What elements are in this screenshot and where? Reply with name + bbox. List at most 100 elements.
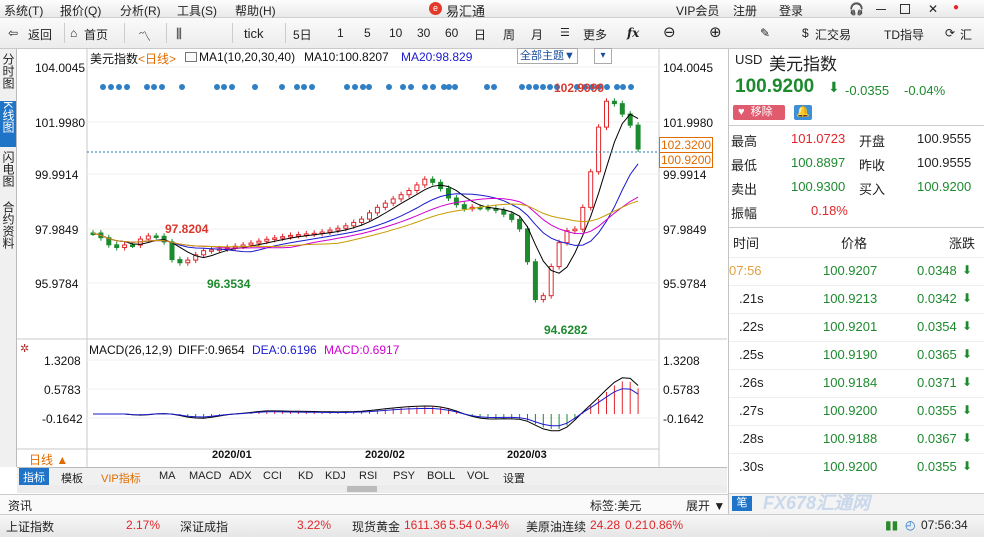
ticks-header-change: 涨跌 <box>949 236 976 251</box>
candlestick-icon[interactable]: ⫼ <box>176 26 182 42</box>
ind-tab-ma[interactable]: MA <box>159 470 176 482</box>
news-expand-button[interactable]: 展开 ▼ <box>686 497 725 514</box>
ind-tab-boll[interactable]: BOLL <box>427 470 455 482</box>
maximize-icon[interactable] <box>900 4 910 14</box>
formula-button[interactable]: fx <box>627 26 639 40</box>
left-vertical-tabs: 分时图 K线图 闪电图 合约资料 <box>0 49 17 467</box>
status-oil-name[interactable]: 美原油连续 <box>526 518 586 535</box>
ind-tab-vip[interactable]: VIP指标 <box>101 470 141 486</box>
zoom-in-icon[interactable]: ⊕ <box>709 23 722 41</box>
tick-time: .25s <box>739 347 764 362</box>
headset-icon[interactable]: 🎧 <box>849 2 864 16</box>
ind-tab-template[interactable]: 模板 <box>61 470 83 486</box>
tab-lightning[interactable]: 闪电图 <box>0 151 16 197</box>
tab-kline[interactable]: K线图 <box>0 101 16 147</box>
period-5min[interactable]: 5 <box>364 26 371 40</box>
back-button[interactable]: 返回 <box>28 26 52 43</box>
ind-tab-kdj[interactable]: KDJ <box>325 470 346 482</box>
pen-mode-button[interactable]: 笔 <box>732 496 752 511</box>
ind-tab-cci[interactable]: CCI <box>263 470 282 482</box>
tab-contract-info[interactable]: 合约资料 <box>0 201 16 261</box>
ind-tab-settings[interactable]: 设置 <box>503 470 525 486</box>
period-selector[interactable]: 日线 ▲ <box>29 451 68 468</box>
event-dot-icon <box>446 84 452 90</box>
menu-help[interactable]: 帮助(H) <box>235 2 276 19</box>
ind-tab-rsi[interactable]: RSI <box>359 470 377 482</box>
tick-price: 100.9201 <box>823 319 878 334</box>
period-week[interactable]: 周 <box>503 26 515 43</box>
ind-tab-indicator[interactable]: 指标 <box>19 468 49 486</box>
chart-scrollbar-thumb[interactable] <box>347 486 377 492</box>
kline-chart-panel[interactable]: 美元指数 <日线> MA1(10,20,30,40) MA10:100.8207… <box>17 48 727 468</box>
period-30min[interactable]: 30 <box>417 26 430 40</box>
status-sz-name[interactable]: 深证成指 <box>180 518 228 535</box>
event-dot-icon <box>491 84 497 90</box>
ma-settings-icon[interactable] <box>185 52 197 62</box>
line-chart-icon[interactable]: 〽 <box>138 26 151 45</box>
tick-change: 0.0355 <box>917 459 957 474</box>
macd-diff-line <box>93 377 639 432</box>
kline-chart-svg[interactable] <box>17 49 727 467</box>
menu-quote[interactable]: 报价(Q) <box>60 2 101 19</box>
period-5day[interactable]: 5日 <box>293 26 312 43</box>
back-arrow-icon[interactable]: ⇦ <box>8 26 18 40</box>
tick-change: 0.0367 <box>917 431 957 446</box>
down-arrow-icon: ⬇ <box>962 319 973 333</box>
trade-button[interactable]: 汇交易 <box>815 26 851 43</box>
status-sh-name[interactable]: 上证指数 <box>6 518 54 535</box>
refresh-icon[interactable]: ⟳ <box>945 26 955 40</box>
period-month[interactable]: 月 <box>531 26 543 43</box>
tick-button[interactable]: tick <box>244 26 264 41</box>
menu-tools[interactable]: 工具(S) <box>177 2 217 19</box>
period-1min[interactable]: 1 <box>337 26 344 40</box>
field-value: 100.9555 <box>917 155 972 170</box>
remove-watch-label: 移除 <box>750 106 773 118</box>
td-guide-button[interactable]: TD指导 <box>884 26 924 43</box>
pen-icon[interactable]: ✎ <box>760 26 770 40</box>
login-link[interactable]: 登录 <box>779 2 803 19</box>
more-button[interactable]: 更多 <box>583 26 607 43</box>
legend-period[interactable]: <日线> <box>138 50 176 67</box>
menu-system[interactable]: 系统(T) <box>4 2 43 19</box>
ind-tab-adx[interactable]: ADX <box>229 470 252 482</box>
register-link[interactable]: 注册 <box>733 2 757 19</box>
status-gold-change: 5.54 <box>449 518 473 532</box>
home-button[interactable]: 首页 <box>84 26 108 43</box>
status-bar: 上证指数 2.17% 深证成指 3.22% 现货黄金 1611.36 5.54 … <box>0 514 984 537</box>
list-icon[interactable]: ☰ <box>560 26 570 39</box>
minimize-icon[interactable] <box>876 9 886 11</box>
period-day[interactable]: 日 <box>474 26 486 43</box>
bell-icon[interactable]: 🔔 <box>794 105 812 120</box>
tab-timeshare-label: 分时图 <box>1 53 15 89</box>
status-gold-name[interactable]: 现货黄金 <box>352 518 400 535</box>
status-gold-value: 1611.36 <box>404 518 447 532</box>
period-60min[interactable]: 60 <box>445 26 458 40</box>
chart-scrollbar[interactable] <box>17 485 727 493</box>
ind-tab-vol[interactable]: VOL <box>467 470 489 482</box>
news-label[interactable]: 资讯 <box>8 497 32 514</box>
x-axis-label: 2020/03 <box>507 449 547 461</box>
remove-watch-button[interactable]: ♥ 移除 <box>733 105 785 120</box>
price-tag-upper: 102.3200 <box>659 137 714 153</box>
tab-timeshare[interactable]: 分时图 <box>0 53 16 99</box>
close-icon[interactable]: ✕ <box>928 2 938 16</box>
ind-tab-kd[interactable]: KD <box>298 470 313 482</box>
vip-link[interactable]: VIP会员 <box>676 2 719 19</box>
settings-dropdown-icon[interactable]: ▾ <box>594 48 612 64</box>
y-right-label: 97.9849 <box>663 223 707 237</box>
event-dot-icon <box>144 84 150 90</box>
trade2-button[interactable]: 汇 <box>960 26 972 43</box>
quote-change: -0.0355 <box>845 83 890 98</box>
tick-time: .21s <box>739 291 764 306</box>
menu-analysis[interactable]: 分析(R) <box>120 2 161 19</box>
annotation-low: 94.6282 <box>544 323 588 337</box>
dollar-icon[interactable]: $ <box>802 26 809 40</box>
macd-gear-icon[interactable]: ✲ <box>20 342 29 355</box>
ind-tab-psy[interactable]: PSY <box>393 470 415 482</box>
zoom-out-icon[interactable]: ⊖ <box>663 23 676 41</box>
period-10min[interactable]: 10 <box>389 26 402 40</box>
event-dot-icon <box>116 84 122 90</box>
theme-dropdown[interactable]: 全部主题▼ <box>517 48 578 64</box>
home-icon[interactable]: ⌂ <box>70 26 77 40</box>
ind-tab-macd[interactable]: MACD <box>189 470 221 482</box>
